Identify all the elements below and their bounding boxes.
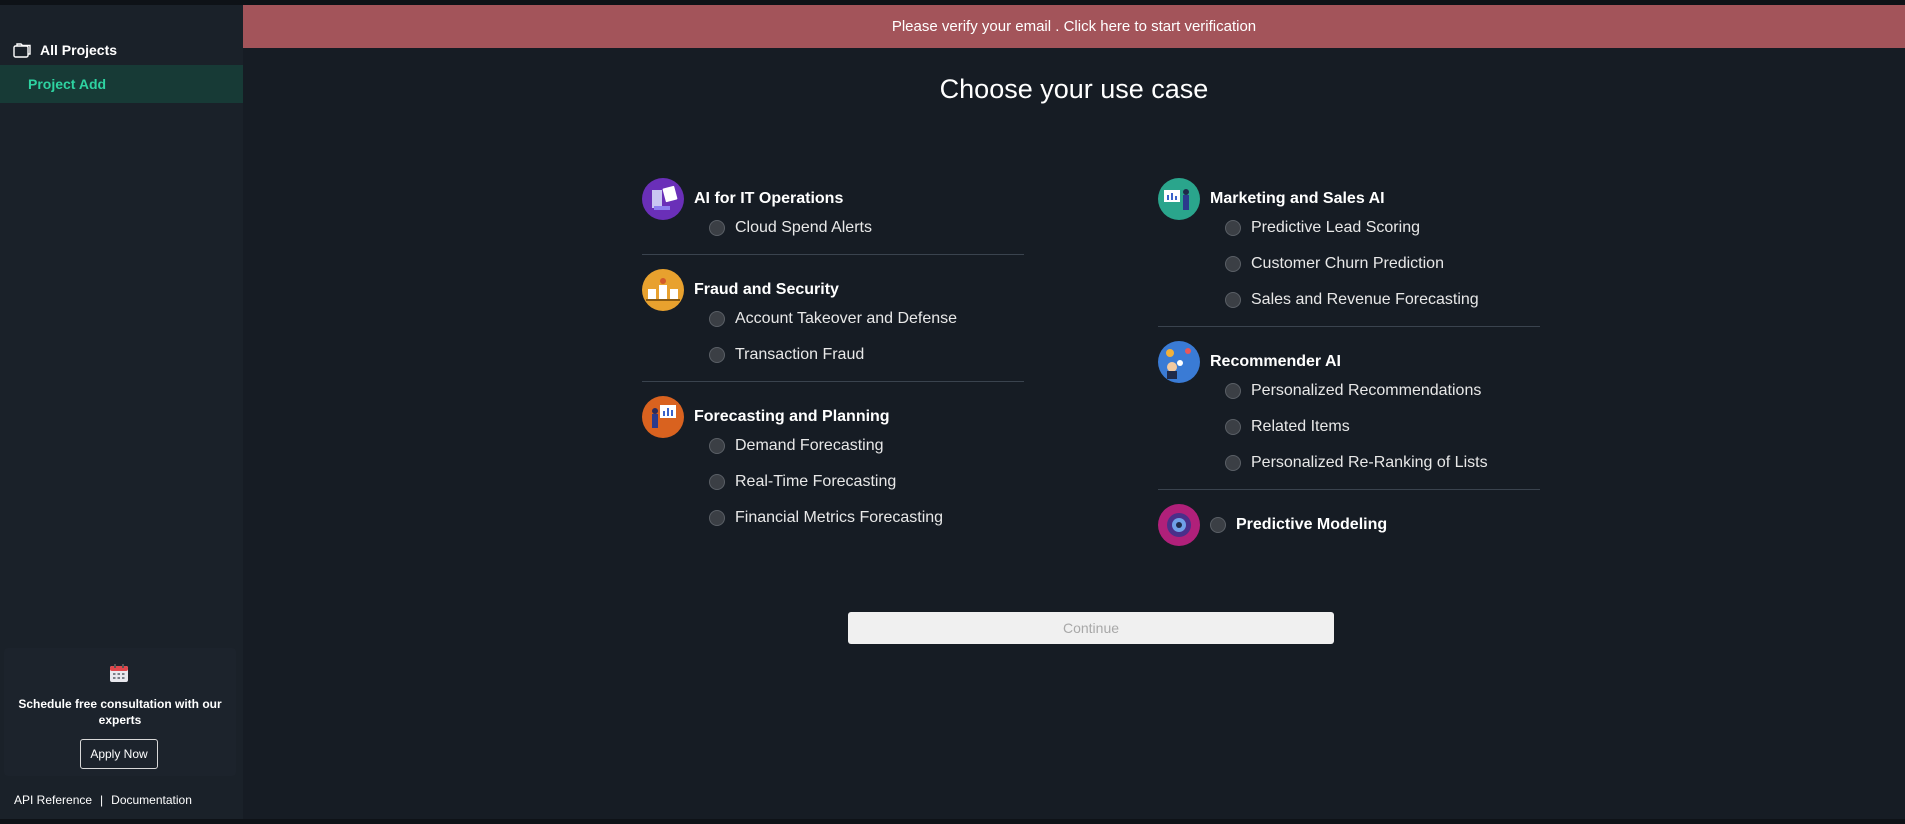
banner-text[interactable]: Please verify your email . Click here to… <box>892 18 1256 35</box>
footer-separator: | <box>100 793 104 807</box>
it-operations-icon <box>642 178 684 220</box>
option-cloud-spend-alerts[interactable]: Cloud Spend Alerts <box>709 210 1024 246</box>
option-financial-metrics-forecasting[interactable]: Financial Metrics Forecasting <box>709 500 1024 536</box>
option-sales-revenue-forecasting[interactable]: Sales and Revenue Forecasting <box>1225 282 1540 318</box>
radio-button[interactable] <box>1225 220 1241 236</box>
option-customer-churn-prediction[interactable]: Customer Churn Prediction <box>1225 246 1540 282</box>
option-label: Transaction Fraud <box>735 346 865 363</box>
calendar-icon <box>110 664 128 682</box>
sidebar-item-project-add[interactable]: Project Add <box>0 65 243 103</box>
use-case-column-left: AI for IT Operations Cloud Spend Alerts … <box>642 178 1024 558</box>
documentation-link[interactable]: Documentation <box>111 793 192 807</box>
option-label: Financial Metrics Forecasting <box>735 509 944 526</box>
option-label: Personalized Recommendations <box>1251 382 1482 399</box>
option-label: Customer Churn Prediction <box>1251 255 1444 272</box>
fraud-security-icon <box>642 269 684 311</box>
option-label: Cloud Spend Alerts <box>735 219 872 236</box>
continue-button[interactable]: Continue <box>848 612 1334 644</box>
category-predictive-modeling[interactable]: Predictive Modeling <box>1158 504 1540 554</box>
radio-button[interactable] <box>1210 517 1226 533</box>
option-account-takeover[interactable]: Account Takeover and Defense <box>709 301 1024 337</box>
radio-button[interactable] <box>1225 419 1241 435</box>
sidebar-item-label: Project Add <box>28 76 107 92</box>
radio-button[interactable] <box>1225 455 1241 471</box>
forecasting-icon <box>642 396 684 438</box>
option-label: Related Items <box>1251 418 1350 435</box>
bottom-strip <box>0 819 1905 824</box>
option-transaction-fraud[interactable]: Transaction Fraud <box>709 337 1024 373</box>
radio-button[interactable] <box>709 438 725 454</box>
option-demand-forecasting[interactable]: Demand Forecasting <box>709 428 1024 464</box>
folder-icon <box>13 43 31 58</box>
category-title: AI for IT Operations <box>694 190 844 207</box>
all-projects-link[interactable]: All Projects <box>12 37 117 63</box>
radio-button[interactable] <box>1225 292 1241 308</box>
option-personalized-recommendations[interactable]: Personalized Recommendations <box>1225 373 1540 409</box>
category-title: Fraud and Security <box>694 281 839 298</box>
predictive-modeling-icon <box>1158 504 1200 546</box>
apply-now-button[interactable]: Apply Now <box>80 739 158 769</box>
category-title: Recommender AI <box>1210 353 1341 370</box>
option-label: Account Takeover and Defense <box>735 310 958 327</box>
consultation-text: Schedule free consultation with our expe… <box>18 697 222 727</box>
page-title: Choose your use case <box>939 74 1209 104</box>
api-reference-link[interactable]: API Reference <box>14 793 92 807</box>
option-label: Real-Time Forecasting <box>735 473 897 490</box>
category-ai-it-operations: AI for IT Operations Cloud Spend Alerts <box>642 178 1024 255</box>
option-label: Predictive Lead Scoring <box>1251 219 1420 236</box>
radio-button[interactable] <box>709 510 725 526</box>
radio-button[interactable] <box>709 474 725 490</box>
option-label: Demand Forecasting <box>735 437 884 454</box>
option-personalized-re-ranking[interactable]: Personalized Re-Ranking of Lists <box>1225 445 1540 481</box>
option-related-items[interactable]: Related Items <box>1225 409 1540 445</box>
category-recommender-ai: Recommender AI Personalized Recommendati… <box>1158 341 1540 490</box>
option-predictive-lead-scoring[interactable]: Predictive Lead Scoring <box>1225 210 1540 246</box>
category-forecasting-planning: Forecasting and Planning Demand Forecast… <box>642 396 1024 544</box>
use-case-column-right: Marketing and Sales AI Predictive Lead S… <box>1158 178 1540 568</box>
category-fraud-security: Fraud and Security Account Takeover and … <box>642 269 1024 382</box>
option-label: Personalized Re-Ranking of Lists <box>1251 454 1488 471</box>
category-title: Predictive Modeling <box>1236 516 1388 533</box>
radio-button[interactable] <box>709 347 725 363</box>
category-title: Forecasting and Planning <box>694 408 890 425</box>
radio-button[interactable] <box>709 311 725 327</box>
recommender-icon <box>1158 341 1200 383</box>
marketing-sales-icon <box>1158 178 1200 220</box>
all-projects-label: All Projects <box>40 42 118 58</box>
verify-email-banner[interactable]: Please verify your email . Click here to… <box>243 5 1905 48</box>
consultation-card: Schedule free consultation with our expe… <box>4 648 236 776</box>
footer-links: API Reference | Documentation <box>14 793 192 807</box>
option-real-time-forecasting[interactable]: Real-Time Forecasting <box>709 464 1024 500</box>
option-label: Sales and Revenue Forecasting <box>1251 291 1479 308</box>
category-marketing-sales: Marketing and Sales AI Predictive Lead S… <box>1158 178 1540 327</box>
sidebar: All Projects Project Add Schedule free c… <box>0 5 243 819</box>
category-title: Marketing and Sales AI <box>1210 190 1385 207</box>
radio-button[interactable] <box>1225 256 1241 272</box>
radio-button[interactable] <box>709 220 725 236</box>
radio-button[interactable] <box>1225 383 1241 399</box>
